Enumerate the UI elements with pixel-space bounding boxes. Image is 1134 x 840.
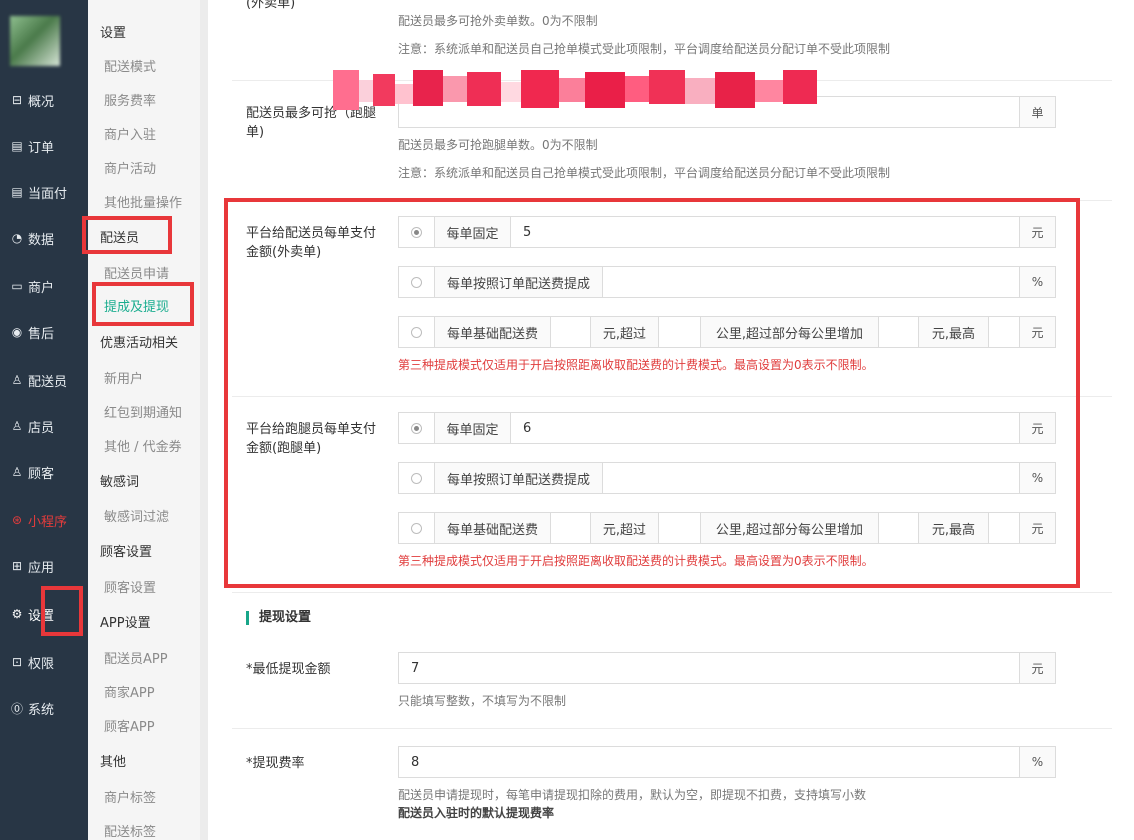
pay-icon: ▤ <box>11 185 23 199</box>
subnav-item-10[interactable]: 新用户 <box>104 368 143 387</box>
takeout-limit-note: 注意：系统派单和配送员自己抢单模式受此项限制，平台调度给配送员分配订单不受此项限… <box>398 42 891 56</box>
withdraw-section-title: 提现设置 <box>246 611 311 625</box>
min-withdraw-unit: 元 <box>1019 653 1055 683</box>
order-icon: ▤ <box>11 139 23 153</box>
sidebar-item-label: 概况 <box>28 94 55 110</box>
subnav-item-11[interactable]: 红包到期通知 <box>104 402 182 421</box>
after-sale-icon: ◉ <box>11 325 23 339</box>
sidebar-item-label: 当面付 <box>28 186 68 202</box>
subnav-item-16[interactable]: 顾客设置 <box>104 577 156 596</box>
sidebar-item-label: 小程序 <box>28 514 68 530</box>
withdraw-rate-label: *提现费率 <box>246 756 305 771</box>
subnav-scrollbar[interactable] <box>200 0 208 840</box>
sidebar-item-4[interactable]: ▭ 商户 <box>0 264 88 308</box>
withdraw-rate-input[interactable]: 8 % <box>398 746 1056 778</box>
sidebar-item-label: 应用 <box>28 560 55 576</box>
subnav-head-9: 优惠活动相关 <box>100 336 179 351</box>
subnav-item-12[interactable]: 其他 / 代金券 <box>104 436 182 455</box>
min-withdraw-input[interactable]: 7 元 <box>398 652 1056 684</box>
highlight-settings-nav <box>41 586 83 636</box>
sidebar-item-label: 订单 <box>28 140 55 156</box>
redacted-mosaic <box>333 70 817 110</box>
subnav-item-5[interactable]: 其他批量操作 <box>104 192 182 211</box>
sidebar-item-label: 权限 <box>28 656 55 672</box>
subnav-item-20[interactable]: 顾客APP <box>104 716 155 735</box>
sub-navigation: 设置 配送模式 服务费率 商户入驻 商户活动 其他批量操作 配送员 配送员申请 提成及提现 优惠活… <box>88 0 200 840</box>
min-withdraw-value[interactable]: 7 <box>399 653 1019 683</box>
sidebar-item-6[interactable]: ♙ 配送员 <box>0 358 88 402</box>
takeout-limit-hint: 配送员最多可抢外卖单数。0为不限制 <box>398 14 598 28</box>
subnav-item-23[interactable]: 配送标签 <box>104 821 156 840</box>
withdraw-rate-value[interactable]: 8 <box>399 747 1019 777</box>
withdraw-rate-hint: 配送员申请提现时，每笔申请提现扣除的费用，默认为空，即提现不扣费，支持填写小数 <box>398 788 867 802</box>
subnav-item-3[interactable]: 商户入驻 <box>104 124 156 143</box>
min-withdraw-label: *最低提现金额 <box>246 662 331 677</box>
errand-limit-unit: 单 <box>1019 97 1055 127</box>
sidebar-item-label: 配送员 <box>28 374 68 390</box>
system-icon: ⓪ <box>10 701 23 716</box>
mini-program-icon: ⊛ <box>11 513 23 527</box>
divider <box>232 728 1112 729</box>
takeout-limit-label: (外卖单) <box>246 0 296 11</box>
sidebar-item-9[interactable]: ⊛ 小程序 <box>0 498 88 542</box>
overview-icon: ⊟ <box>11 93 23 107</box>
sidebar-item-3[interactable]: ◔ 数据 <box>0 216 88 260</box>
sidebar-item-label: 售后 <box>28 326 55 342</box>
sidebar-item-label: 数据 <box>28 232 55 248</box>
data-icon: ◔ <box>11 231 23 245</box>
min-withdraw-hint: 只能填写整数，不填写为不限制 <box>398 694 567 708</box>
subnav-item-18[interactable]: 配送员APP <box>104 648 168 667</box>
app-window: ⊟ 概况 ▤ 订单 ▤ 当面付 ◔ 数据 ▭ 商户 ◉ 售后 ♙ 配送员 ♙ 店员 ♙ 顾客 ⊛ 小程序 ⊞ 应用 ⚙ 设置 ⊡… <box>0 0 1134 840</box>
subnav-head-17: APP设置 <box>100 616 151 631</box>
sidebar-item-5[interactable]: ◉ 售后 <box>0 310 88 354</box>
withdraw-rate-default-hint: 配送员入驻时的默认提现费率 <box>398 806 555 820</box>
subnav-head-21: 其他 <box>100 755 127 770</box>
subnav-head-0: 设置 <box>100 26 127 41</box>
apps-icon: ⊞ <box>11 559 23 573</box>
sidebar-item-label: 商户 <box>28 280 55 296</box>
subnav-item-14[interactable]: 敏感词过滤 <box>104 506 169 525</box>
subnav-item-2[interactable]: 服务费率 <box>104 90 156 109</box>
merchant-icon: ▭ <box>11 279 23 293</box>
courier-icon: ♙ <box>11 373 23 387</box>
subnav-head-15: 顾客设置 <box>100 545 153 560</box>
divider <box>232 592 1112 593</box>
customer-icon: ♙ <box>11 465 23 479</box>
highlight-commission-menu <box>92 282 194 326</box>
clerk-icon: ♙ <box>11 419 23 433</box>
highlight-courier-section <box>82 216 172 254</box>
sidebar-item-13[interactable]: ⓪ 系统 <box>0 686 88 730</box>
subnav-head-13: 敏感词 <box>100 475 140 490</box>
sidebar-item-12[interactable]: ⊡ 权限 <box>0 640 88 684</box>
main-sidebar: ⊟ 概况 ▤ 订单 ▤ 当面付 ◔ 数据 ▭ 商户 ◉ 售后 ♙ 配送员 ♙ 店员 ♙ 顾客 ⊛ 小程序 ⊞ 应用 ⚙ 设置 ⊡… <box>0 0 88 840</box>
sidebar-item-label: 系统 <box>28 702 55 718</box>
sidebar-item-label: 顾客 <box>28 466 55 482</box>
avatar <box>10 16 60 66</box>
errand-limit-hint: 配送员最多可抢跑腿单数。0为不限制 <box>398 138 598 152</box>
highlight-payment-settings <box>224 198 1080 588</box>
settings-icon: ⚙ <box>11 607 23 621</box>
subnav-item-4[interactable]: 商户活动 <box>104 158 156 177</box>
permission-icon: ⊡ <box>11 655 23 669</box>
withdraw-rate-unit: % <box>1019 747 1055 777</box>
sidebar-item-label: 店员 <box>28 420 55 436</box>
subnav-item-7[interactable]: 配送员申请 <box>104 263 169 282</box>
subnav-item-1[interactable]: 配送模式 <box>104 56 156 75</box>
sidebar-item-8[interactable]: ♙ 顾客 <box>0 450 88 494</box>
sidebar-item-2[interactable]: ▤ 当面付 <box>0 170 88 214</box>
sidebar-item-1[interactable]: ▤ 订单 <box>0 124 88 168</box>
sidebar-item-7[interactable]: ♙ 店员 <box>0 404 88 448</box>
subnav-item-19[interactable]: 商家APP <box>104 682 155 701</box>
sidebar-item-10[interactable]: ⊞ 应用 <box>0 544 88 588</box>
subnav-item-22[interactable]: 商户标签 <box>104 787 156 806</box>
errand-limit-note: 注意：系统派单和配送员自己抢单模式受此项限制，平台调度给配送员分配订单不受此项限… <box>398 166 891 180</box>
sidebar-item-0[interactable]: ⊟ 概况 <box>0 78 88 122</box>
